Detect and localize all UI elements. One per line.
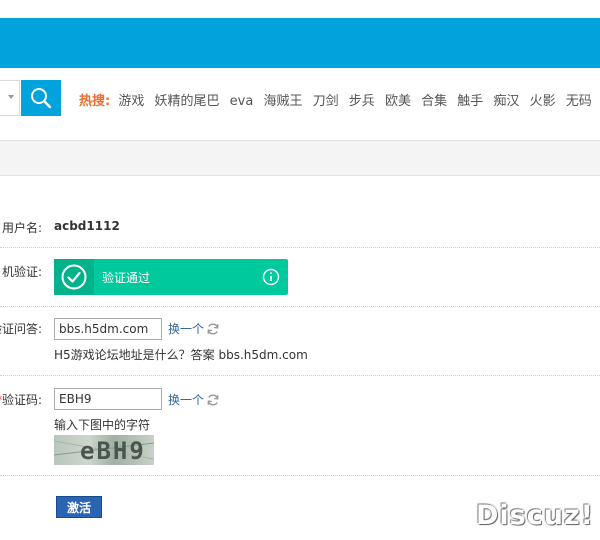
seccode-label: *验证码: [0, 391, 42, 408]
hot-keyword-link[interactable]: 合集 [421, 94, 447, 109]
captcha-widget[interactable]: 验证通过 [54, 259, 288, 295]
seccode-hint: 输入下图中的字符 [54, 418, 151, 432]
info-icon[interactable] [262, 268, 280, 286]
hot-search-list: 热搜: 游戏 妖精的尾巴 eva 海贼王 刀剑 步兵 欧美 合集 触手 痴汉 火… [79, 90, 598, 109]
question-hint: H5游戏论坛地址是什么？答案 bbs.h5dm.com [54, 348, 308, 362]
hot-keyword-link[interactable]: 刀剑 [313, 94, 339, 109]
change-question-label: 换一个 [168, 322, 205, 336]
search-input[interactable] [0, 80, 20, 116]
hot-keyword-link[interactable]: 步兵 [349, 94, 375, 109]
hot-keyword-link[interactable]: eva [230, 94, 254, 109]
refresh-icon [207, 393, 219, 406]
captcha-label: 机验证: [1, 265, 42, 279]
change-seccode-link[interactable]: 换一个 [168, 391, 220, 408]
check-circle-icon [61, 264, 87, 290]
hot-keyword-link[interactable]: 妖精的尾巴 [155, 94, 220, 109]
captcha-status: 验证通过 [102, 271, 151, 285]
hot-keyword-link[interactable]: 欧美 [385, 94, 411, 109]
change-seccode-label: 换一个 [168, 393, 205, 407]
hot-keyword-link[interactable]: 火影 [530, 94, 556, 109]
section-title-bar [0, 140, 600, 176]
username-label: 用户名: [1, 221, 42, 235]
activate-button[interactable]: 激活 [56, 496, 102, 518]
hot-keyword-link[interactable]: 海贼王 [263, 94, 302, 109]
top-strip [0, 0, 600, 18]
hot-keyword-link[interactable]: 游戏 [118, 94, 144, 109]
seccode-image-text: eBH9 [80, 437, 146, 465]
seccode-label-text: 验证码: [1, 393, 42, 407]
hot-keyword-link[interactable]: 触手 [457, 94, 483, 109]
captcha-check [54, 259, 94, 295]
search-button[interactable] [21, 80, 61, 116]
search-row: 热搜: 游戏 妖精的尾巴 eva 海贼王 刀剑 步兵 欧美 合集 触手 痴汉 火… [0, 68, 600, 134]
seccode-image-drawing: eBH9 [54, 437, 154, 465]
hot-search-label: 热搜: [79, 94, 111, 109]
username-value: acbd1112 [54, 219, 120, 233]
hot-keyword-link[interactable]: 痴汉 [493, 94, 519, 109]
search-icon [31, 88, 52, 109]
chevron-down-icon[interactable] [8, 95, 14, 99]
site-header-bar [0, 18, 600, 68]
hot-keyword-link[interactable]: 无码 [566, 94, 592, 109]
username-row: 用户名: acbd1112 [0, 205, 600, 248]
answer-input[interactable] [54, 318, 162, 340]
discuz-watermark: Discuz! [476, 500, 594, 531]
change-question-link[interactable]: 换一个 [168, 320, 220, 337]
refresh-icon [207, 322, 219, 335]
seccode-image[interactable]: eBH9 [54, 435, 154, 465]
seccode-input[interactable] [54, 388, 162, 410]
question-label: 验证问答: [0, 322, 42, 336]
